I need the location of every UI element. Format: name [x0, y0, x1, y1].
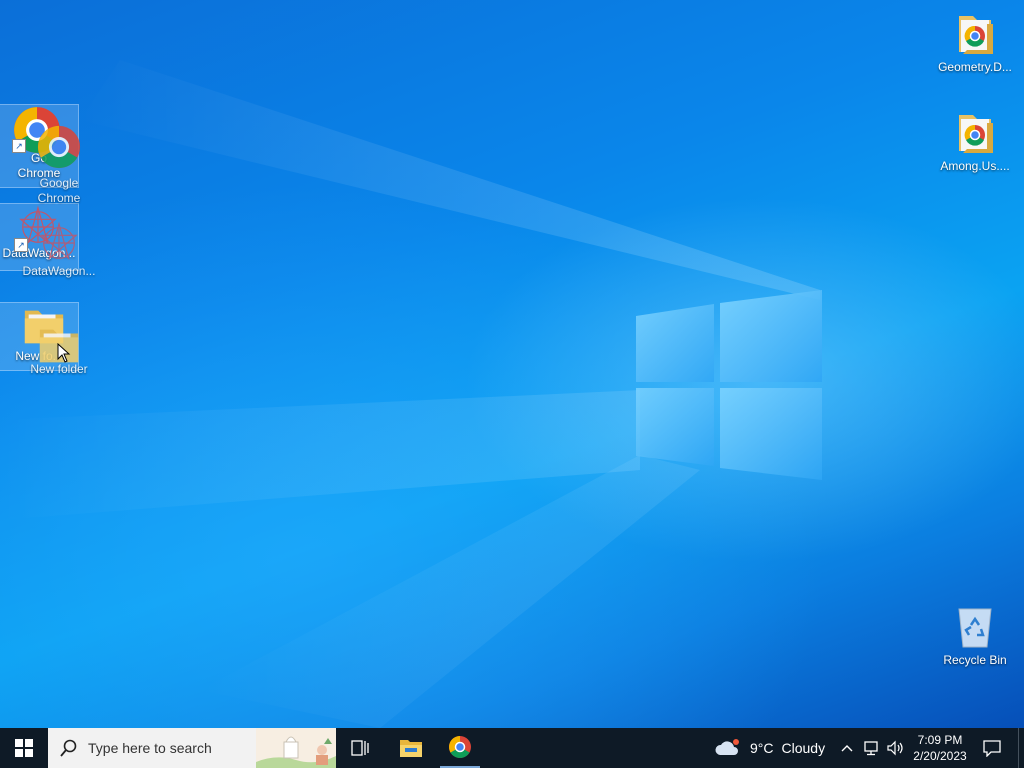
desktop-icon-among-us[interactable]: Among.Us.... — [936, 109, 1014, 174]
drag-ghost-label: DataWagon... — [22, 264, 96, 278]
task-view-icon — [351, 740, 369, 756]
start-button[interactable] — [0, 728, 48, 768]
search-placeholder: Type here to search — [88, 740, 212, 756]
datawagon-icon — [40, 221, 78, 260]
mouse-cursor-icon — [57, 343, 71, 363]
wallpaper-light-beams — [0, 60, 820, 728]
windows-start-icon — [15, 739, 33, 757]
drag-ghost-label-line2: Chrome — [37, 191, 81, 205]
chrome-taskbar-button[interactable] — [440, 728, 480, 768]
chevron-up-icon — [841, 745, 853, 752]
network-icon — [864, 741, 878, 756]
show-desktop-button[interactable] — [1018, 728, 1024, 768]
search-icon — [60, 739, 77, 757]
drag-ghost-label: New folder — [30, 362, 88, 376]
clock[interactable]: 7:09 PM 2/20/2023 — [908, 728, 972, 768]
desktop-icon-label: Geometry.D... — [938, 60, 1012, 74]
search-box[interactable]: Type here to search — [48, 728, 336, 768]
network-button[interactable] — [860, 728, 882, 768]
drag-ghost-label-line1: Google — [39, 176, 79, 190]
weather-temp: 9°C — [750, 740, 774, 756]
search-highlight-illustration-icon — [256, 728, 336, 768]
file-explorer-button[interactable] — [390, 728, 432, 768]
clock-time: 7:09 PM — [917, 733, 963, 747]
show-hidden-icons-button[interactable] — [838, 728, 856, 768]
folder-chrome-icon — [951, 10, 999, 58]
weather-widget[interactable]: 9°C Cloudy — [714, 728, 830, 768]
desktop-icon-geometry-dash[interactable]: Geometry.D... — [936, 10, 1014, 75]
weather-condition: Cloudy — [781, 740, 826, 756]
chrome-icon — [37, 125, 81, 169]
task-view-button[interactable] — [340, 728, 380, 768]
notifications-button[interactable] — [978, 728, 1006, 768]
desktop[interactable]: Geometry.D... Among.Us.... Recycle Bin ↗… — [0, 0, 1024, 728]
cloudy-weather-icon — [715, 739, 739, 755]
desktop-icon-label: Among.Us.... — [940, 159, 1010, 173]
speaker-icon — [887, 740, 903, 756]
recycle-bin-icon — [951, 603, 999, 651]
windows-logo-wallpaper — [636, 290, 822, 480]
folder-chrome-icon — [951, 109, 999, 157]
file-explorer-icon — [400, 740, 422, 757]
clock-date: 2/20/2023 — [913, 749, 967, 763]
drag-ghost-google-chrome: Google Chrome — [20, 124, 98, 206]
volume-button[interactable] — [884, 728, 906, 768]
taskbar: Type here to search 9°C Cloudy 7:09 PM 2… — [0, 728, 1024, 768]
desktop-icon-label: Recycle Bin — [943, 653, 1007, 667]
desktop-icon-recycle-bin[interactable]: Recycle Bin — [936, 603, 1014, 668]
chrome-icon — [449, 736, 471, 758]
notification-icon — [983, 740, 1001, 757]
drag-ghost-datawagon: DataWagon... — [20, 220, 98, 279]
